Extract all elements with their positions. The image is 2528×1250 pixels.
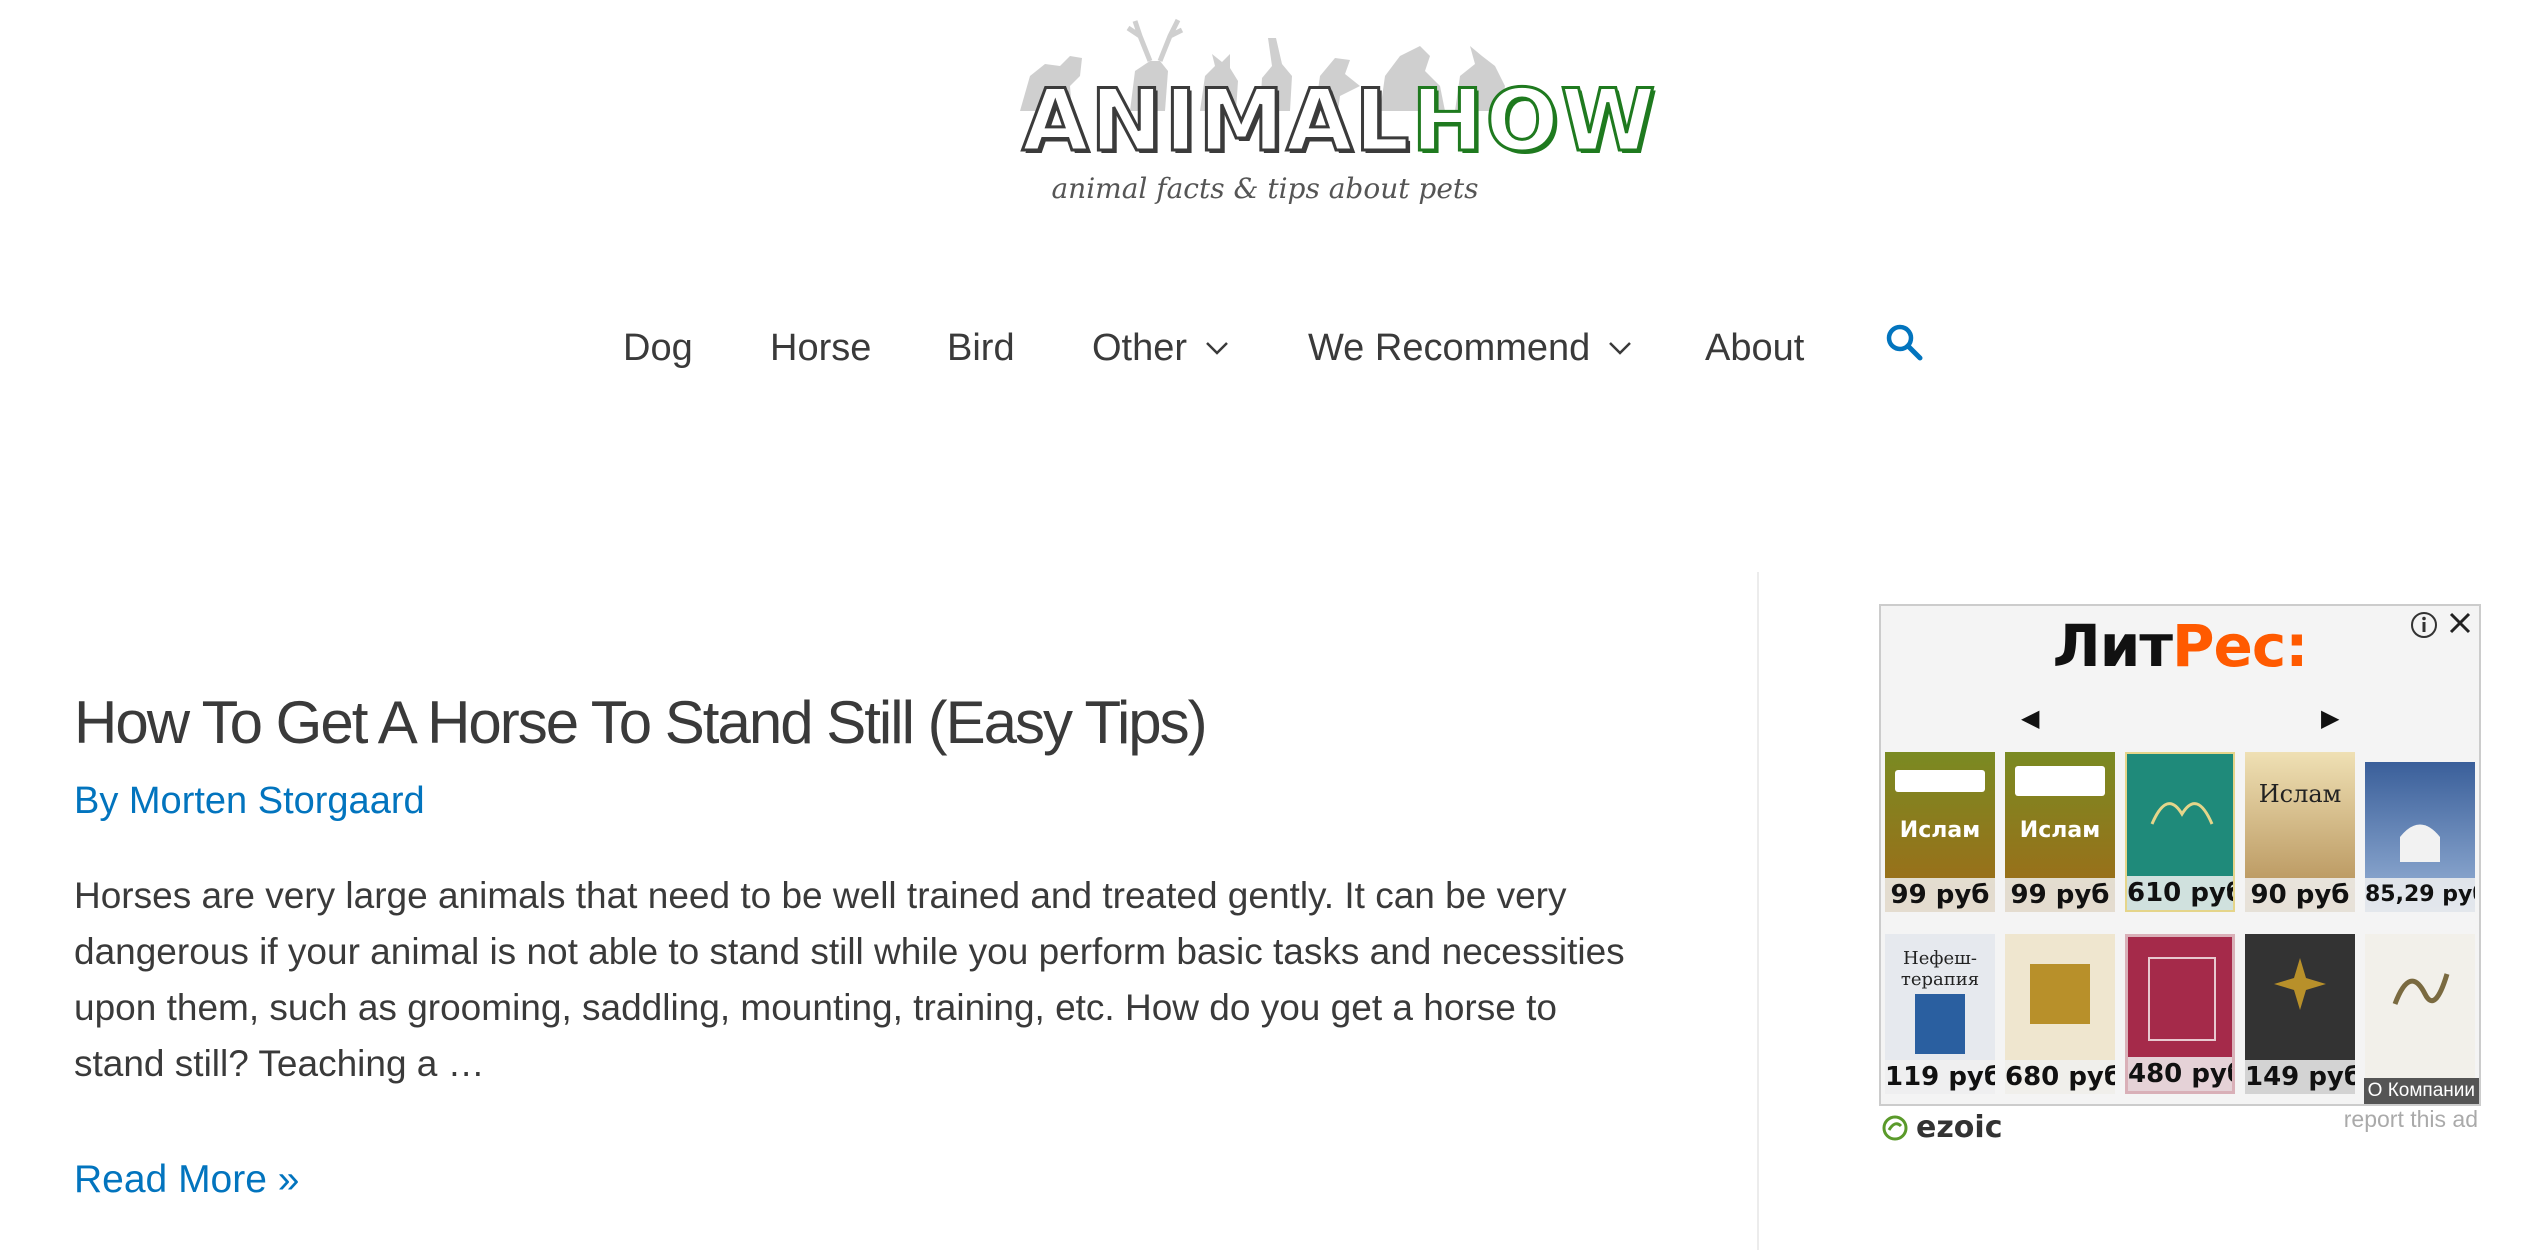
ad-info-button[interactable]: [2409, 610, 2439, 645]
ad-book-10[interactable]: [2365, 934, 2475, 1094]
star-ornament-icon: [2274, 958, 2326, 1010]
book-price: 680 руб: [2005, 1060, 2115, 1094]
book-price: 149 руб: [2245, 1060, 2355, 1094]
ad-brand-part1: Лит: [2052, 612, 2173, 680]
ad-book-9[interactable]: 149 руб: [2245, 934, 2355, 1094]
book-cover-title: Ислам: [2019, 818, 2101, 843]
nav-item-we-recommend[interactable]: We Recommend: [1308, 318, 1632, 378]
nav-item-other[interactable]: Other: [1092, 318, 1229, 378]
ad-brand-logo: ЛитРес:: [1881, 612, 2479, 680]
read-more-link[interactable]: Read More »: [74, 1158, 299, 1202]
ad-about-company-link[interactable]: О Компании: [2363, 1078, 2479, 1104]
nav-item-about[interactable]: About: [1705, 318, 1804, 378]
book-label-strip: [1895, 770, 1985, 792]
ad-close-button[interactable]: [2445, 608, 2475, 643]
ezoic-badge[interactable]: ezoic: [1882, 1110, 2002, 1145]
logo-word-animal: ANIMAL: [1020, 71, 1412, 171]
calligraphy-icon: [2392, 973, 2450, 1005]
site-tagline: animal facts & tips about pets: [1051, 172, 1479, 205]
book-price: 99 руб: [2005, 878, 2115, 912]
book-price: 90 руб: [2245, 878, 2355, 912]
ad-book-8[interactable]: 480 руб: [2125, 934, 2235, 1094]
nav-item-horse[interactable]: Horse: [770, 318, 871, 378]
logo-word-how: HOW: [1410, 71, 1658, 171]
book-price: 85,29 руб: [2365, 878, 2475, 912]
report-ad-link[interactable]: report this ad: [2344, 1106, 2478, 1133]
post-title[interactable]: How To Get A Horse To Stand Still (Easy …: [74, 690, 1208, 756]
sidebar-divider: [1757, 572, 1759, 1250]
ad-book-6[interactable]: Нефеш-терапия 119 руб: [1885, 934, 1995, 1094]
search-button[interactable]: [1884, 322, 1924, 367]
ad-book-4[interactable]: Ислам 90 руб: [2245, 752, 2355, 912]
close-icon: [2449, 612, 2471, 634]
advertisement[interactable]: ЛитРес: ◀ ▶ Ислам 99 руб Ислам 99 руб 61…: [1879, 604, 2481, 1106]
book-price: 99 руб: [1885, 878, 1995, 912]
book-price: 480 руб: [2128, 1057, 2232, 1091]
nav-item-label: Dog: [623, 326, 693, 369]
ezoic-logo-icon: [1882, 1115, 1908, 1140]
main-navigation: Dog Horse Bird Other We Recommend About: [0, 318, 2528, 378]
book-price: 119 руб: [1885, 1060, 1995, 1094]
search-icon: [1886, 324, 1923, 361]
nav-item-label: About: [1705, 326, 1805, 369]
ad-book-5[interactable]: 85,29 руб: [2365, 762, 2475, 912]
nav-item-label: Bird: [947, 326, 1015, 369]
ad-next-arrow-icon[interactable]: ▶: [2321, 704, 2339, 733]
book-cover-title: Ислам: [2258, 780, 2342, 808]
book-price: 610 руб: [2127, 876, 2235, 910]
nav-item-label: We Recommend: [1308, 326, 1591, 369]
book-cover-art: [2030, 964, 2090, 1024]
chevron-down-icon: [1206, 342, 1228, 355]
post-excerpt: Horses are very large animals that need …: [74, 875, 1625, 1084]
mosque-icon: [2400, 824, 2440, 862]
ad-book-2[interactable]: Ислам 99 руб: [2005, 752, 2115, 912]
ezoic-label: ezoic: [1916, 1110, 2003, 1145]
ad-book-1[interactable]: Ислам 99 руб: [1885, 752, 1995, 912]
site-logo[interactable]: ANIMALHOW animal facts & tips about pets: [1000, 16, 1657, 205]
ornament-icon: [2150, 802, 2214, 825]
nav-item-bird[interactable]: Bird: [947, 318, 1015, 378]
nav-item-label: Horse: [770, 326, 872, 369]
ad-brand-part2: Рес:: [2172, 612, 2308, 680]
book-cover-art: [1915, 994, 1965, 1054]
book-label-strip: [2015, 766, 2105, 796]
nav-item-label: Other: [1092, 326, 1188, 369]
book-cover-title: Нефеш-терапия: [1900, 948, 1980, 990]
post-author-link[interactable]: By Morten Storgaard: [74, 780, 425, 823]
ad-prev-arrow-icon[interactable]: ◀: [2021, 704, 2039, 733]
ad-book-3[interactable]: 610 руб: [2125, 752, 2235, 912]
book-cover-title: Ислам: [1899, 818, 1981, 843]
ad-book-7[interactable]: 680 руб: [2005, 934, 2115, 1094]
info-icon: [2411, 612, 2437, 638]
nav-item-dog[interactable]: Dog: [623, 318, 693, 378]
logo-wordmark: ANIMALHOW: [1020, 77, 1657, 166]
chevron-down-icon: [1609, 342, 1632, 355]
book-cover-art: [2148, 957, 2216, 1041]
